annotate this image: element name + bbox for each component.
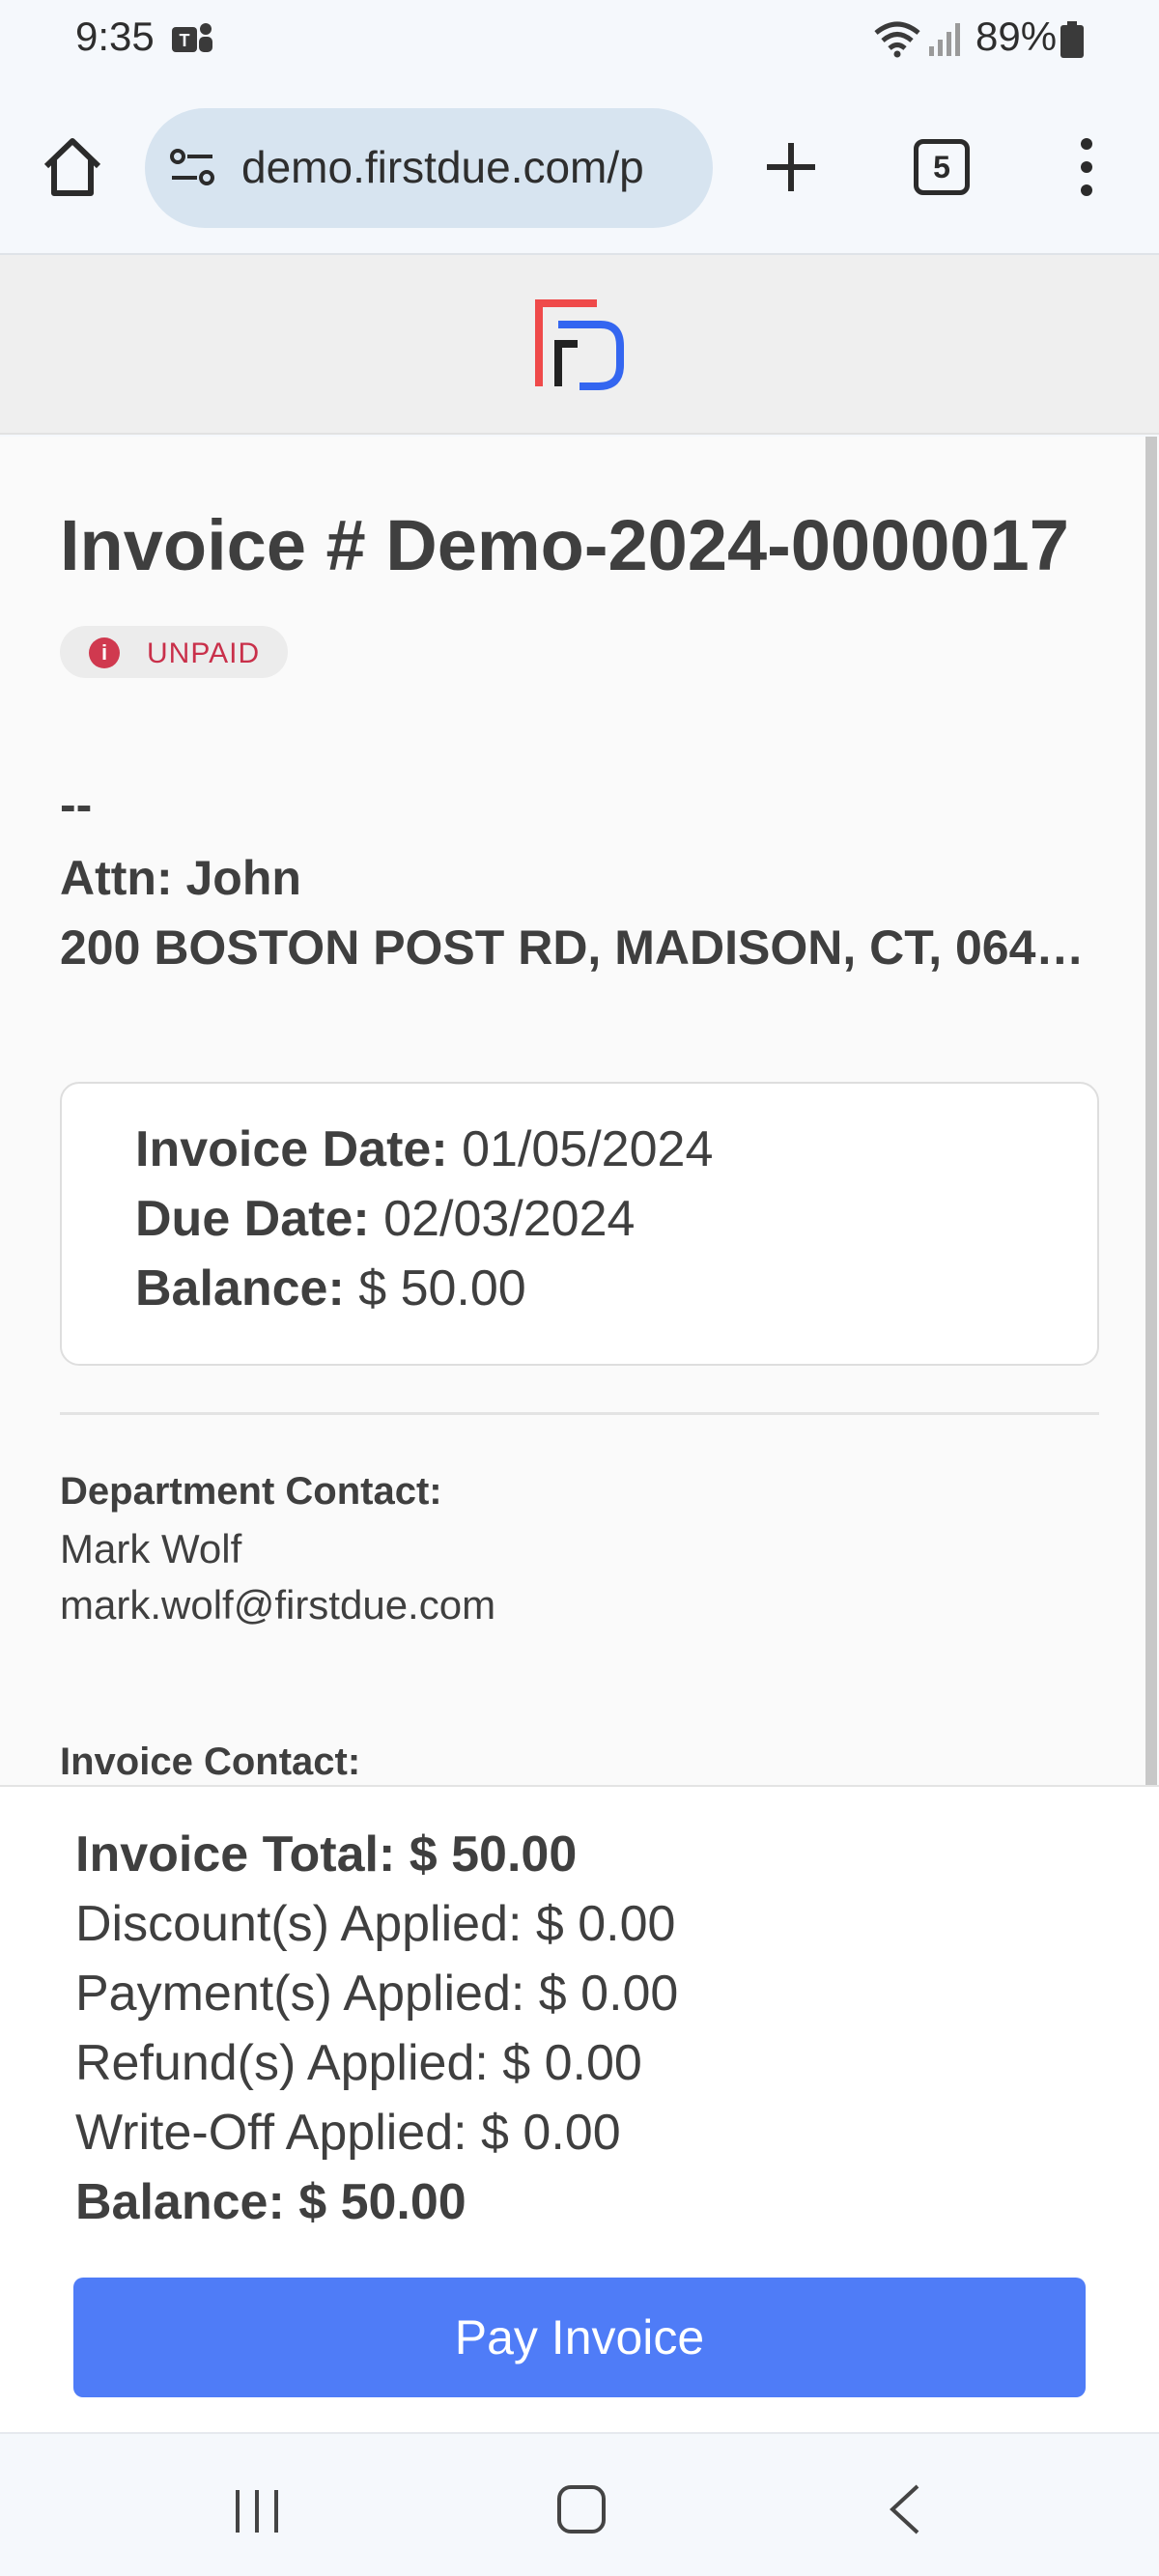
browser-toolbar: demo.firstdue.com/p 5 xyxy=(0,77,1159,255)
teams-icon: T xyxy=(172,23,212,52)
department-contact-label: Department Contact: xyxy=(60,1470,442,1513)
invoice-date-label: Invoice Date: xyxy=(135,1121,448,1177)
plus-icon[interactable] xyxy=(759,135,823,199)
tabs-icon[interactable]: 5 xyxy=(914,139,970,195)
system-nav-bar xyxy=(0,2432,1159,2576)
status-badge: i UNPAID xyxy=(60,626,288,678)
summary-balance: Balance: $ 50.00 xyxy=(75,2174,466,2230)
site-header xyxy=(0,255,1159,435)
department-contact-email[interactable]: mark.wolf@firstdue.com xyxy=(60,1582,495,1628)
recipient-attn: Attn: John xyxy=(60,851,301,905)
due-date-label: Due Date: xyxy=(135,1191,370,1247)
invoice-summary-panel: Invoice Total: $ 50.00 Discount(s) Appli… xyxy=(0,1785,1159,2432)
status-badge-label: UNPAID xyxy=(147,637,261,669)
status-time: 9:35 xyxy=(75,14,155,59)
payments-applied: Payment(s) Applied: $ 0.00 xyxy=(75,1966,679,2022)
divider xyxy=(60,1412,1099,1415)
due-date-row: Due Date: 02/03/2024 xyxy=(135,1190,635,1248)
recipient-name: -- xyxy=(60,778,93,832)
url-text: demo.firstdue.com/p xyxy=(241,142,644,192)
battery-icon xyxy=(1060,21,1084,58)
department-contact-name: Mark Wolf xyxy=(60,1526,242,1571)
scrollbar[interactable] xyxy=(1145,437,1157,1785)
signal-icon xyxy=(929,23,960,56)
page-title: Invoice # Demo-2024-0000017 xyxy=(60,505,1069,585)
refunds-applied: Refund(s) Applied: $ 0.00 xyxy=(75,2035,642,2091)
balance-label: Balance: xyxy=(135,1260,345,1316)
write-off-applied: Write-Off Applied: $ 0.00 xyxy=(75,2105,621,2161)
recipient-address: 200 BOSTON POST RD, MADISON, CT, 064… xyxy=(60,920,1085,975)
balance-value: $ 50.00 xyxy=(358,1260,526,1316)
invoice-contact-label: Invoice Contact: xyxy=(60,1741,361,1783)
info-icon: i xyxy=(89,637,120,668)
invoice-date-value: 01/05/2024 xyxy=(462,1121,714,1177)
status-bar: 9:35 T 89% xyxy=(0,0,1159,77)
balance-row: Balance: $ 50.00 xyxy=(135,1260,526,1317)
more-icon[interactable] xyxy=(1070,135,1103,199)
svg-text:T: T xyxy=(180,31,190,50)
firstdue-logo-icon[interactable] xyxy=(531,296,628,392)
back-icon[interactable] xyxy=(883,2480,925,2538)
site-settings-icon[interactable] xyxy=(168,145,216,189)
recent-apps-icon[interactable] xyxy=(230,2486,284,2536)
address-bar[interactable]: demo.firstdue.com/p xyxy=(145,108,713,228)
home-icon[interactable] xyxy=(39,133,106,201)
wifi-icon xyxy=(874,21,920,58)
invoice-date-row: Invoice Date: 01/05/2024 xyxy=(135,1120,713,1178)
pay-invoice-button[interactable]: Pay Invoice xyxy=(73,2278,1086,2397)
discounts-applied: Discount(s) Applied: $ 0.00 xyxy=(75,1896,676,1952)
invoice-total: Invoice Total: $ 50.00 xyxy=(75,1826,578,1882)
nav-home-icon[interactable] xyxy=(554,2482,608,2536)
battery-percentage: 89% xyxy=(975,14,1058,59)
invoice-dates-card: Invoice Date: 01/05/2024 Due Date: 02/03… xyxy=(60,1082,1099,1366)
due-date-value: 02/03/2024 xyxy=(383,1191,636,1247)
invoice-content: Invoice # Demo-2024-0000017 i UNPAID -- … xyxy=(0,437,1159,1785)
